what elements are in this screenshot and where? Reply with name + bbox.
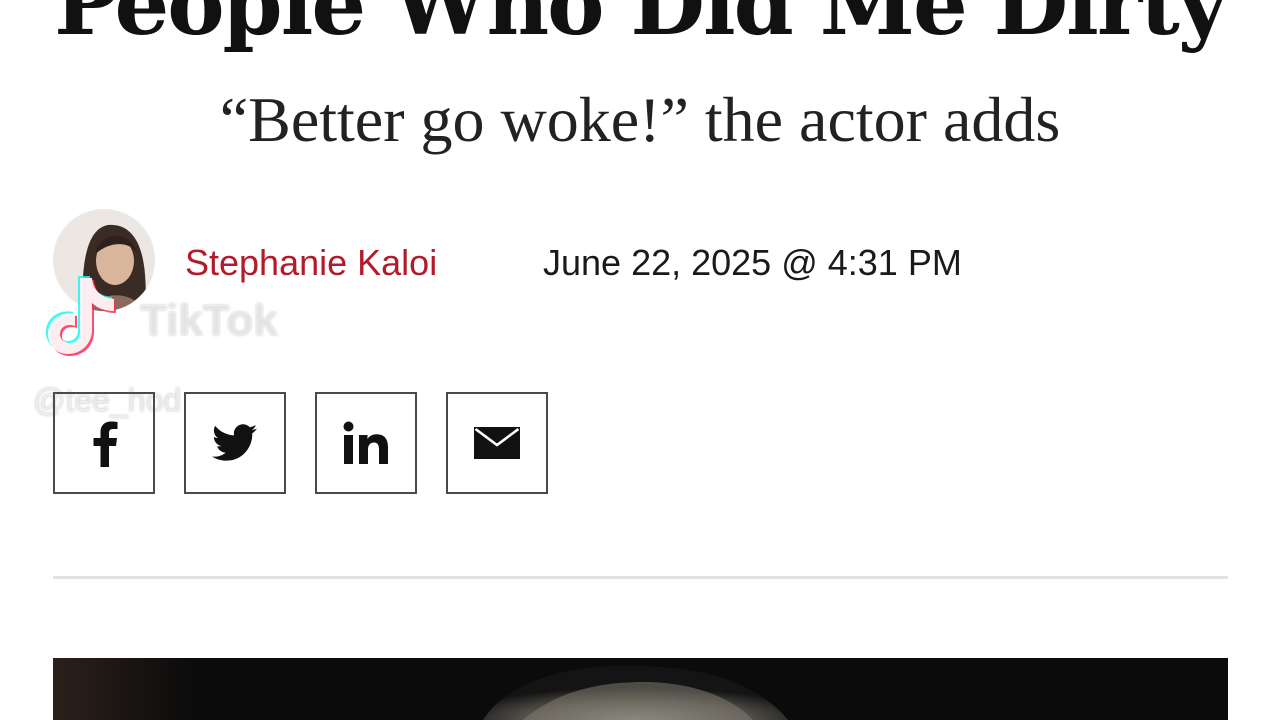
publish-date: June 22, 2025 @ 4:31 PM <box>543 242 962 283</box>
share-twitter-button[interactable] <box>184 392 286 494</box>
share-email-button[interactable] <box>446 392 548 494</box>
article-headline: People Who Did Me Dirty <box>54 0 1228 55</box>
author-name-link[interactable]: Stephanie Kaloi <box>185 241 437 285</box>
hero-photo <box>53 658 1228 720</box>
share-facebook-button[interactable] <box>53 392 155 494</box>
tiktok-logo-icon <box>44 268 124 358</box>
linkedin-icon <box>343 421 388 464</box>
article-hero-image[interactable] <box>53 658 1228 720</box>
article-subheadline: “Better go woke!” the actor adds <box>219 84 1061 155</box>
tiktok-watermark-text: TikTok <box>140 296 278 345</box>
facebook-icon <box>93 421 118 467</box>
share-linkedin-button[interactable] <box>315 392 417 494</box>
section-divider <box>53 576 1228 579</box>
twitter-icon <box>212 424 258 461</box>
email-icon <box>474 427 520 459</box>
